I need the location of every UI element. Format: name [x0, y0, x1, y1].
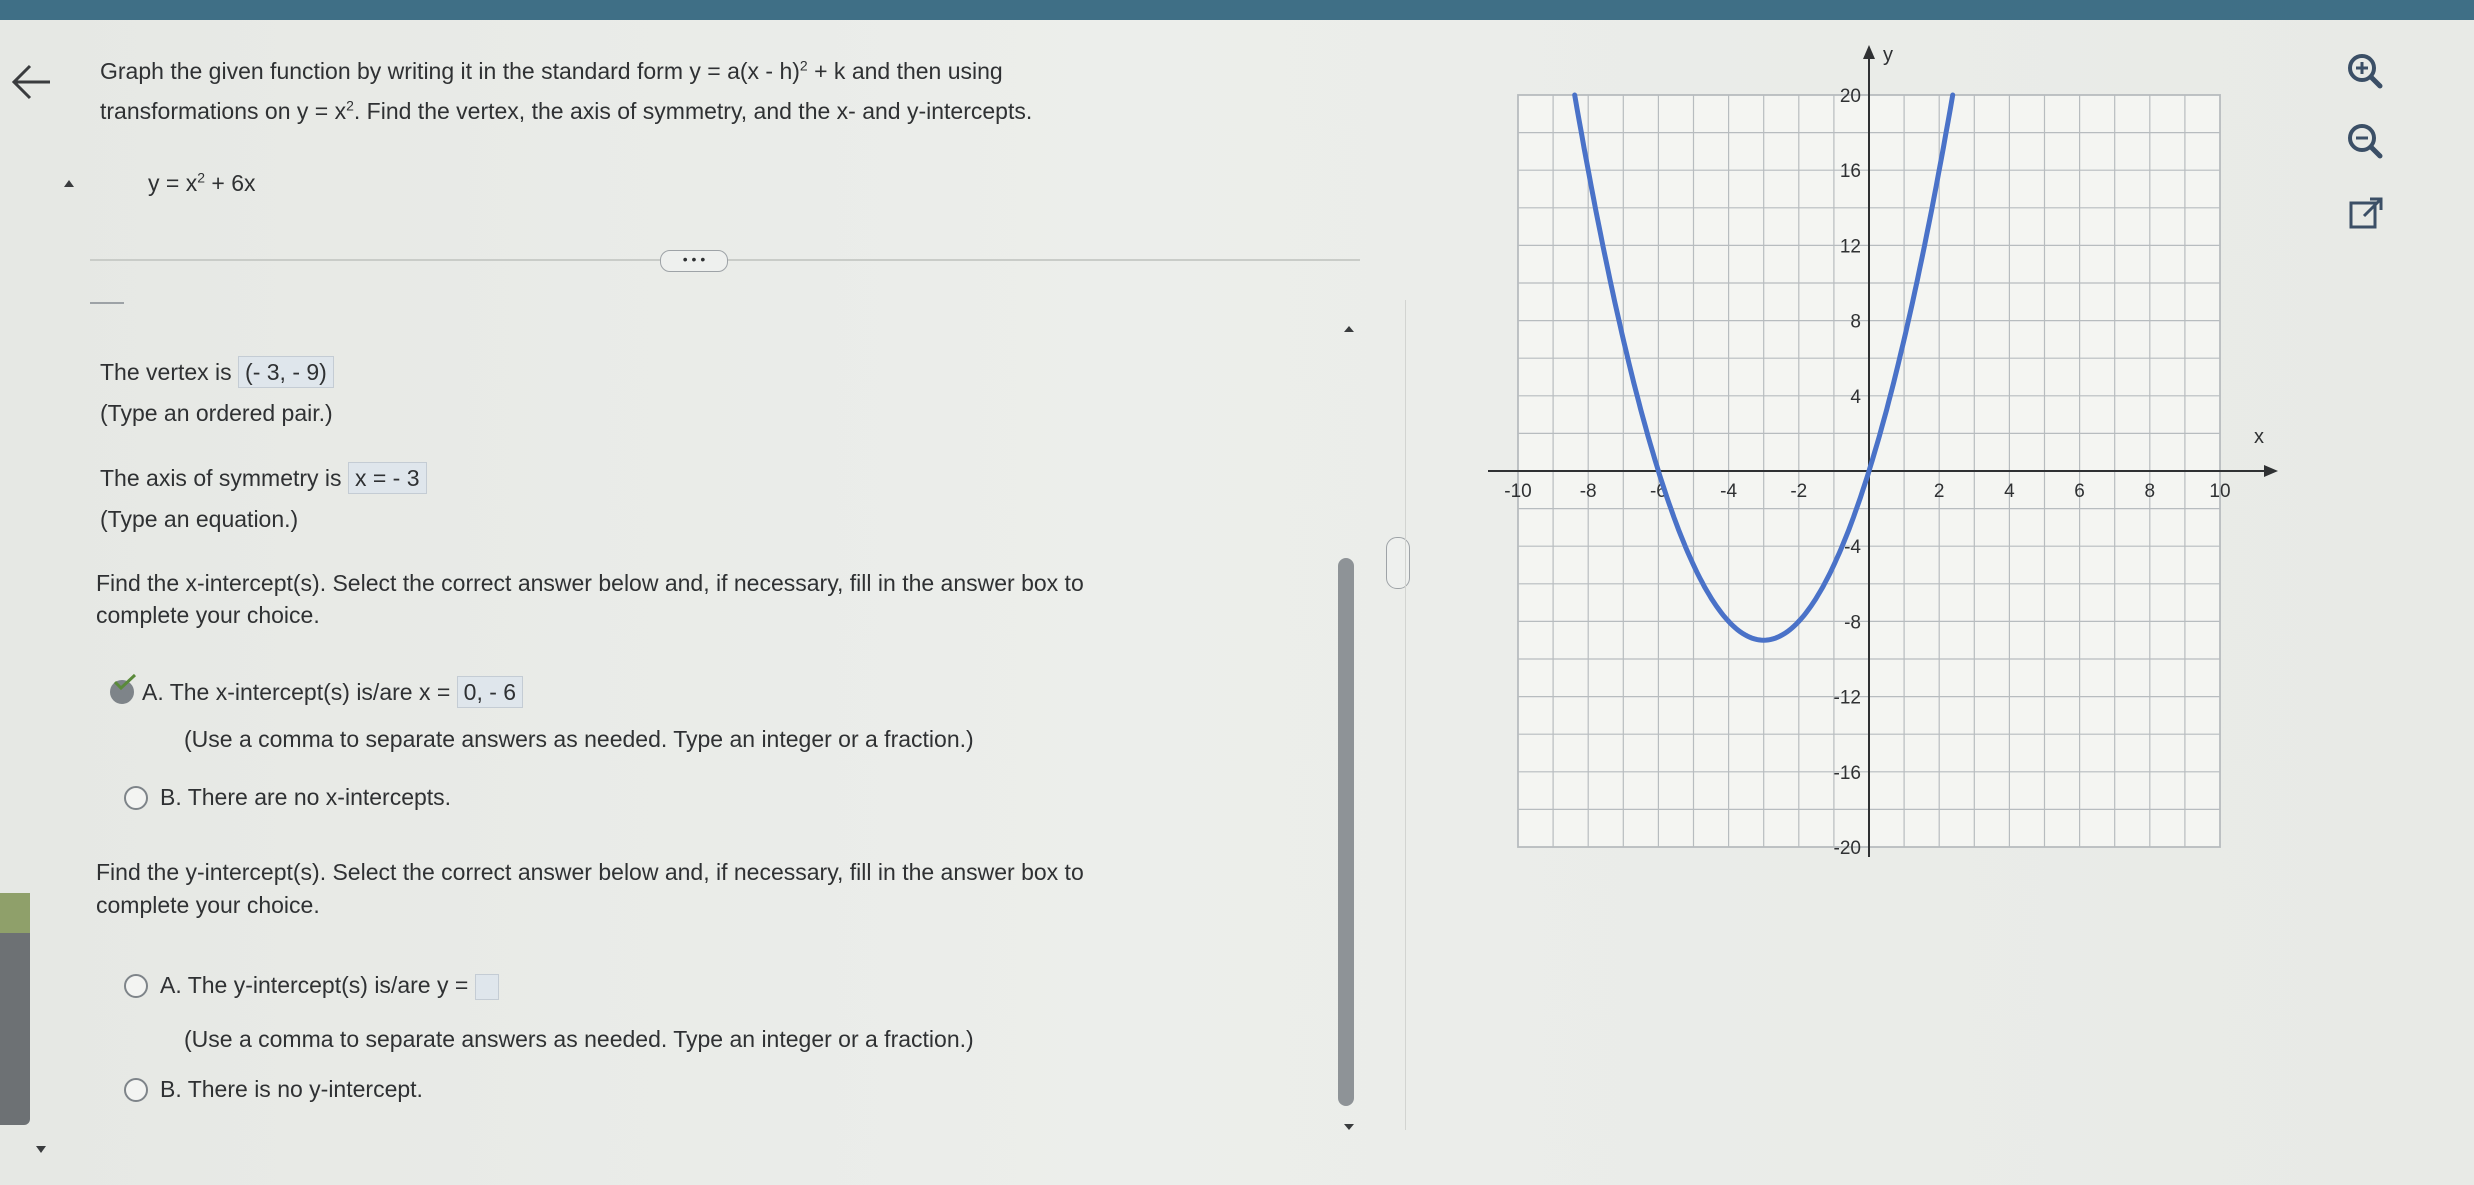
problem-text: Graph the given function by writing it i… — [100, 58, 800, 84]
option-letter: B. — [160, 784, 182, 810]
y-intercept-option-a-radio[interactable] — [124, 974, 148, 998]
caret-down-icon — [36, 1146, 46, 1153]
x-intercept-answer-box[interactable]: 0, - 6 — [456, 676, 524, 708]
vertex-line: The vertex is (- 3, - 9) — [100, 356, 334, 388]
top-bar — [0, 0, 2474, 20]
option-b-text: There are no x-intercepts. — [187, 784, 452, 810]
x-intercept-option-a[interactable]: A. The x-intercept(s) is/are x = 0, - 6 — [142, 676, 524, 708]
axis-label: The axis of symmetry is — [100, 465, 342, 491]
function-expression: y = x2 + 6x — [148, 168, 256, 198]
y-intercept-option-b-radio[interactable] — [124, 1078, 148, 1102]
vertex-label: The vertex is — [100, 359, 232, 385]
function-text: y = x — [148, 170, 198, 196]
x-tick-label: -4 — [1720, 481, 1737, 502]
x-intercept-instruction-2: complete your choice. — [96, 602, 320, 628]
x-axis-label: x — [2254, 426, 2264, 448]
exponent: 2 — [346, 97, 354, 114]
problem-text: transformations on y = x — [100, 98, 347, 124]
option-letter: A. — [160, 972, 182, 998]
x-axis-arrow — [2264, 465, 2278, 477]
y-tick-label: -16 — [1834, 763, 1861, 784]
x-tick-label: 6 — [2074, 481, 2085, 502]
y-intercept-instruction-1: Find the y-intercept(s). Select the corr… — [96, 859, 1084, 885]
y-tick-label: 8 — [1850, 312, 1861, 333]
y-tick-label: 4 — [1850, 387, 1861, 408]
parabola-graph: xy-10 -8 -6 -4 -2 2 4 6 8 1020161284-4-8-12-16-20 — [1488, 44, 2278, 859]
option-letter: B. — [160, 1076, 182, 1102]
y-tick-label: -8 — [1844, 612, 1861, 633]
problem-line-1: Graph the given function by writing it i… — [100, 56, 1003, 86]
x-tick-label: 8 — [2145, 481, 2156, 502]
checkmark-icon — [113, 673, 137, 691]
y-axis-label: y — [1883, 44, 1893, 66]
y-intercept-answer-box[interactable] — [474, 973, 499, 1000]
x-intercept-instruction-1: Find the x-intercept(s). Select the corr… — [96, 570, 1084, 596]
popout-icon[interactable] — [2340, 190, 2390, 240]
axis-line: The axis of symmetry is x = - 3 — [100, 462, 427, 494]
caret-up-icon — [64, 180, 74, 187]
x-tick-label: 10 — [2209, 481, 2230, 502]
back-arrow-icon[interactable] — [8, 58, 56, 106]
y-intercept-instruction-2: complete your choice. — [96, 892, 320, 918]
exponent: 2 — [799, 57, 808, 74]
panel-resize-handle[interactable] — [1386, 537, 1410, 589]
problem-line-2: transformations on y = x2. Find the vert… — [100, 96, 1032, 126]
panel-separator — [1405, 300, 1406, 1130]
option-b-text: There is no y-intercept. — [187, 1076, 423, 1102]
y-intercept-option-b[interactable]: B. There is no y-intercept. — [160, 1074, 423, 1104]
problem-text: + k and then using — [807, 58, 1003, 84]
option-a-text: The y-intercept(s) is/are y = — [187, 972, 469, 998]
axis-hint: (Type an equation.) — [100, 506, 299, 532]
option-letter: A. — [142, 679, 164, 705]
y-intercept-hint: (Use a comma to separate answers as need… — [184, 1026, 974, 1052]
x-tick-label: -8 — [1580, 481, 1597, 502]
y-axis-arrow — [1863, 45, 1875, 59]
vertex-answer-box[interactable]: (- 3, - 9) — [238, 356, 334, 388]
scroll-down-icon[interactable] — [1344, 1124, 1354, 1130]
zoom-in-icon[interactable] — [2340, 46, 2390, 96]
x-tick-label: -10 — [1504, 481, 1531, 502]
short-dash — [90, 302, 124, 304]
left-strip-accent — [0, 893, 30, 933]
function-text: + 6x — [205, 170, 256, 196]
x-intercept-option-b-radio[interactable] — [124, 786, 148, 810]
exponent: 2 — [197, 169, 206, 186]
y-tick-label: 20 — [1840, 86, 1861, 107]
x-tick-label: -2 — [1790, 481, 1807, 502]
scrollbar-thumb[interactable] — [1338, 558, 1354, 1106]
y-tick-label: 16 — [1840, 161, 1861, 182]
y-tick-label: -20 — [1834, 838, 1861, 859]
expand-more-button[interactable]: • • • — [660, 250, 728, 272]
y-intercept-option-a[interactable]: A. The y-intercept(s) is/are y = — [160, 970, 499, 1000]
axis-answer-box[interactable]: x = - 3 — [347, 462, 427, 494]
y-tick-label: 12 — [1840, 236, 1861, 257]
y-tick-label: -12 — [1834, 688, 1861, 709]
scroll-up-icon[interactable] — [1344, 326, 1354, 332]
x-tick-label: 2 — [1934, 481, 1945, 502]
x-tick-label: 4 — [2004, 481, 2015, 502]
vertex-hint: (Type an ordered pair.) — [100, 400, 333, 426]
option-a-text: The x-intercept(s) is/are x = — [169, 679, 451, 705]
problem-text: . Find the vertex, the axis of symmetry,… — [353, 98, 1033, 124]
x-intercept-hint: (Use a comma to separate answers as need… — [184, 726, 974, 752]
x-intercept-option-b[interactable]: B. There are no x-intercepts. — [160, 782, 451, 812]
zoom-out-icon[interactable] — [2340, 116, 2390, 166]
